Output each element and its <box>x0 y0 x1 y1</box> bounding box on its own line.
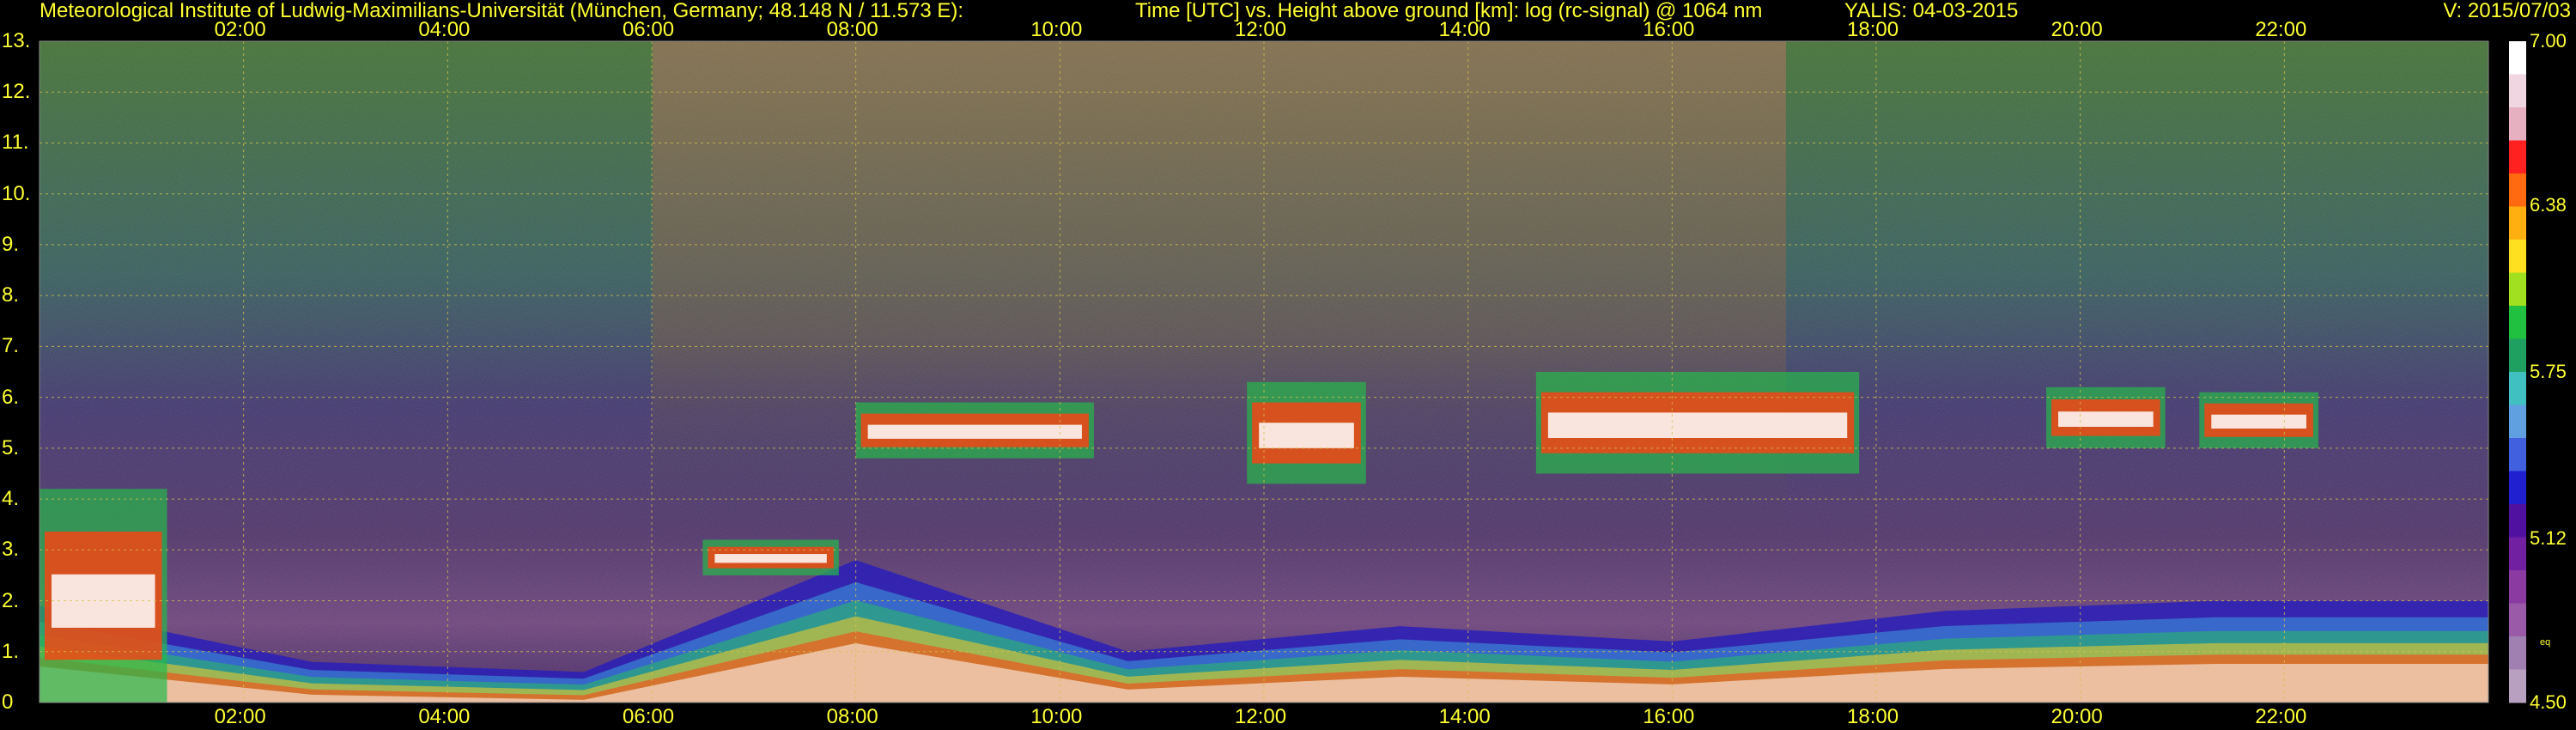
colorbar <box>2509 41 2526 703</box>
colorbar-tick-label: 4.50 <box>2530 691 2567 713</box>
residual-layer <box>39 489 167 703</box>
mid-level-cloud <box>2199 392 2318 448</box>
colorbar-swatch <box>2509 338 2526 373</box>
colorbar-swatch <box>2509 272 2526 307</box>
colorbar-swatch <box>2509 41 2526 75</box>
mid-level-cloud <box>2046 386 2166 448</box>
colorbar-swatch <box>2509 140 2526 174</box>
y-tick-label: 6. <box>2 385 20 409</box>
y-tick-label: 1. <box>2 639 20 663</box>
x-tick-label-bottom: 16:00 <box>1643 705 1695 728</box>
x-tick-label-top: 14:00 <box>1438 18 1491 41</box>
colorbar-swatch <box>2509 107 2526 141</box>
colorbar-swatch <box>2509 240 2526 273</box>
layer-peak <box>867 424 1082 439</box>
colorbar-small-label: eq <box>2540 637 2551 648</box>
colorbar-swatch <box>2509 372 2526 405</box>
colorbar-swatch <box>2509 471 2526 505</box>
x-tick-label-top: 10:00 <box>1030 18 1083 41</box>
y-tick-label: 13. <box>2 29 31 52</box>
lidar-chart <box>39 40 2526 703</box>
x-tick-label-bottom: 02:00 <box>214 705 266 728</box>
x-tick-label-bottom: 12:00 <box>1235 705 1287 728</box>
y-tick-label: 4. <box>2 487 20 511</box>
colorbar-swatch <box>2509 537 2526 571</box>
layer-peak <box>2058 411 2154 427</box>
layer-peak <box>1259 423 1354 448</box>
y-tick-label: 9. <box>2 232 20 256</box>
y-tick-label: 0 <box>2 690 14 714</box>
layer-peak <box>714 554 827 563</box>
colorbar-swatch <box>2509 173 2526 207</box>
colorbar-swatch <box>2509 570 2526 604</box>
x-tick-label-top: 08:00 <box>826 18 878 41</box>
x-tick-label-top: 16:00 <box>1643 18 1695 41</box>
mid-level-cloud <box>1535 372 1860 474</box>
x-tick-label-top: 06:00 <box>623 18 675 41</box>
layer-peak <box>1547 412 1848 438</box>
x-tick-label-bottom: 06:00 <box>623 705 675 728</box>
x-tick-label-bottom: 08:00 <box>826 705 878 728</box>
x-tick-label-top: 02:00 <box>214 18 266 41</box>
colorbar-tick-label: 7.00 <box>2530 30 2567 52</box>
x-tick-label-bottom: 04:00 <box>418 705 471 728</box>
colorbar-tick-label: 5.12 <box>2530 527 2567 550</box>
colorbar-swatch <box>2509 405 2526 439</box>
x-tick-label-bottom: 10:00 <box>1030 705 1083 728</box>
y-tick-label: 3. <box>2 538 20 562</box>
colorbar-swatch <box>2509 504 2526 538</box>
layer-peak <box>2211 414 2306 429</box>
x-tick-label-bottom: 14:00 <box>1438 705 1491 728</box>
x-tick-label-top: 12:00 <box>1235 18 1287 41</box>
layer-peak <box>52 574 155 628</box>
x-tick-label-bottom: 18:00 <box>1847 705 1899 728</box>
colorbar-swatch <box>2509 306 2526 339</box>
x-tick-label-bottom: 22:00 <box>2255 705 2307 728</box>
colorbar-swatch <box>2509 74 2526 108</box>
y-tick-label: 8. <box>2 283 20 307</box>
colorbar-tick-label: 5.75 <box>2530 361 2567 382</box>
y-tick-label: 12. <box>2 80 31 104</box>
y-tick-label: 2. <box>2 588 20 612</box>
colorbar-swatch <box>2509 636 2526 670</box>
colorbar-swatch <box>2509 603 2526 637</box>
y-tick-label: 5. <box>2 435 20 459</box>
colorbar-swatch <box>2509 206 2526 240</box>
elevated-layer <box>702 539 839 575</box>
y-tick-label: 10. <box>2 181 31 205</box>
x-tick-label-top: 18:00 <box>1847 18 1899 41</box>
x-tick-label-bottom: 20:00 <box>2050 705 2103 728</box>
colorbar-swatch <box>2509 438 2526 471</box>
x-tick-label-top: 04:00 <box>418 18 471 41</box>
x-tick-label-top: 20:00 <box>2050 18 2103 41</box>
y-tick-label: 7. <box>2 334 20 358</box>
colorbar-tick-label: 6.38 <box>2530 193 2567 216</box>
mid-level-cloud <box>1247 381 1366 484</box>
mid-level-cloud <box>855 402 1094 459</box>
y-tick-label: 11. <box>2 131 29 155</box>
x-tick-label-top: 22:00 <box>2255 18 2307 41</box>
colorbar-swatch <box>2509 669 2526 703</box>
